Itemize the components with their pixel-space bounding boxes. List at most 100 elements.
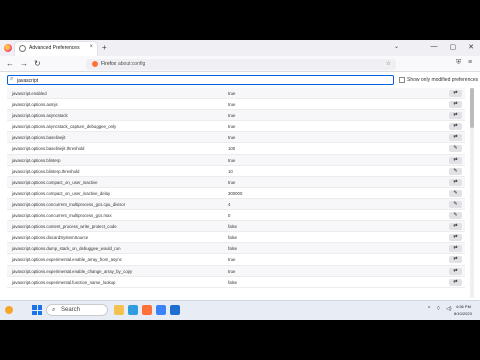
pref-name: javascript.options.compact_on_user_inact…: [12, 179, 98, 185]
taskbar-app-mail-icon[interactable]: [170, 305, 180, 315]
bookmark-star-icon[interactable]: ☆: [386, 60, 391, 67]
start-tile: [37, 310, 42, 315]
table-row[interactable]: javascript.options.compact_on_user_inact…: [7, 188, 465, 199]
pref-name: javascript.options.dump_stack_on_debugge…: [12, 246, 121, 252]
table-row[interactable]: javascript.options.baselinejit.threshold…: [7, 143, 465, 155]
toggle-button[interactable]: ⇄: [449, 134, 462, 142]
preferences-table: javascript.enabled true ⇄ javascript.option…: [7, 88, 465, 288]
show-modified-checkbox[interactable]: [399, 77, 405, 83]
search-input[interactable]: [17, 77, 387, 84]
toggle-button[interactable]: ⇄: [449, 267, 462, 275]
table-row[interactable]: javascript.options.discardSystemSource fa…: [7, 232, 465, 244]
preference-search-box[interactable]: ⌕: [7, 75, 394, 85]
pref-value: true: [228, 257, 236, 263]
pref-name: javascript.options.experimental.enable_a…: [12, 257, 122, 263]
firefox-icon: [92, 61, 98, 67]
pref-name: javascript.options.experimental.enable_c…: [12, 268, 133, 274]
edit-button[interactable]: ✎: [449, 200, 462, 208]
table-row[interactable]: javascript.options.blinterp true ⇄: [7, 154, 465, 166]
list-tabs-icon[interactable]: ⌄: [394, 43, 399, 50]
close-tab-icon[interactable]: ×: [89, 44, 93, 50]
window-controls: — ▢ ✕: [431, 43, 475, 51]
table-row[interactable]: javascript.options.experimental.function…: [7, 277, 465, 288]
extensions-icon[interactable]: ⛨: [456, 59, 461, 67]
edit-button[interactable]: ✎: [449, 167, 462, 175]
taskbar-app-store-icon[interactable]: [156, 305, 166, 315]
navigation-bar: ← → ↻ Firefox about:config ☆ ⛨ ≡: [0, 56, 480, 72]
toggle-button[interactable]: ⇄: [449, 234, 462, 242]
tab-strip: Advanced Preferences × + ⌄ — ▢ ✕: [0, 40, 480, 56]
table-row[interactable]: javascript.options.dump_stack_on_debugge…: [7, 243, 465, 255]
taskbar-app-explorer-icon[interactable]: [114, 305, 124, 315]
table-row[interactable]: javascript.enabled true ⇄: [7, 88, 465, 100]
edit-button[interactable]: ✎: [449, 212, 462, 220]
tab-advanced-preferences[interactable]: Advanced Preferences ×: [15, 42, 97, 56]
weather-icon[interactable]: [5, 306, 13, 314]
pref-value: false: [228, 235, 238, 241]
url-text[interactable]: about:config: [118, 61, 145, 67]
toggle-button[interactable]: ⇄: [449, 178, 462, 186]
clock-date[interactable]: 8/10/2023: [454, 311, 472, 316]
search-icon: ⌕: [52, 307, 56, 313]
table-row[interactable]: javascript.options.content_process_write…: [7, 221, 465, 233]
pref-value: true: [228, 113, 236, 119]
table-row[interactable]: javascript.options.concurrent_multiproce…: [7, 198, 465, 211]
edit-button[interactable]: ✎: [449, 145, 462, 153]
start-tile: [37, 305, 42, 310]
taskbar-app-firefox-icon[interactable]: [142, 305, 152, 315]
table-row[interactable]: javascript.options.baselinejit true ⇄: [7, 132, 465, 144]
start-tile: [32, 305, 37, 310]
toggle-button[interactable]: ⇄: [449, 278, 462, 286]
pref-value: false: [228, 246, 238, 252]
table-row[interactable]: javascript.options.asyncstack true ⇄: [7, 110, 465, 122]
table-row[interactable]: javascript.options.compact_on_user_inact…: [7, 176, 465, 188]
scrollbar[interactable]: [470, 88, 474, 298]
page-icon: [19, 45, 26, 52]
start-button[interactable]: [32, 305, 42, 315]
url-bar[interactable]: Firefox about:config ☆: [86, 59, 396, 70]
pref-name: javascript.options.concurrent_multiproce…: [12, 213, 112, 219]
taskbar-app-edge-icon[interactable]: [128, 305, 138, 315]
url-brand-label: Firefox: [101, 61, 117, 67]
pref-name: javascript.options.asmjs: [12, 102, 58, 108]
taskbar-search-label: Search: [61, 307, 81, 313]
table-row[interactable]: javascript.options.asyncstack_capture_de…: [7, 121, 465, 133]
toggle-button[interactable]: ⇄: [449, 90, 462, 97]
pref-value: false: [228, 279, 238, 285]
show-modified-label: Show only modified preferences: [407, 77, 479, 83]
pref-value: 300000: [228, 190, 243, 196]
table-row[interactable]: javascript.options.experimental.enable_c…: [7, 265, 465, 277]
close-window-icon[interactable]: ✕: [468, 43, 474, 51]
forward-icon[interactable]: →: [20, 59, 28, 68]
pref-name: javascript.enabled: [12, 91, 47, 96]
toggle-button[interactable]: ⇄: [449, 123, 462, 131]
volume-icon[interactable]: ◁): [446, 306, 452, 312]
reload-icon[interactable]: ↻: [34, 59, 41, 68]
table-row[interactable]: javascript.options.concurrent_multiproce…: [7, 210, 465, 222]
minimize-icon[interactable]: —: [431, 43, 438, 51]
pref-value: true: [228, 135, 236, 141]
table-row[interactable]: javascript.options.asmjs true ⇄: [7, 99, 465, 111]
toggle-button[interactable]: ⇄: [449, 156, 462, 164]
firefox-view-icon[interactable]: [4, 44, 12, 52]
back-icon[interactable]: ←: [6, 59, 14, 68]
taskbar: ⌕ Search ^ ⌔ ◁) 4:56 PM 8/10/2023: [0, 300, 480, 320]
network-icon[interactable]: ⌔: [436, 306, 441, 312]
taskbar-search[interactable]: ⌕ Search: [46, 304, 108, 316]
toggle-button[interactable]: ⇄: [449, 223, 462, 231]
hamburger-menu-icon[interactable]: ≡: [468, 59, 472, 66]
toggle-button[interactable]: ⇄: [449, 245, 462, 253]
pref-value: 4: [228, 201, 231, 207]
table-row[interactable]: javascript.options.blinterp.threshold 10 ✎: [7, 166, 465, 177]
toggle-button[interactable]: ⇄: [449, 101, 462, 109]
scrollbar-thumb[interactable]: [470, 88, 474, 128]
clock-time[interactable]: 4:56 PM: [456, 304, 471, 309]
edit-button[interactable]: ✎: [449, 189, 462, 197]
maximize-icon[interactable]: ▢: [450, 43, 457, 51]
toggle-button[interactable]: ⇄: [449, 256, 462, 264]
new-tab-icon[interactable]: +: [102, 43, 107, 52]
pref-value: 100: [228, 146, 236, 152]
toggle-button[interactable]: ⇄: [449, 112, 462, 120]
table-row[interactable]: javascript.options.experimental.enable_a…: [7, 254, 465, 266]
tray-overflow-icon[interactable]: ^: [428, 306, 430, 312]
